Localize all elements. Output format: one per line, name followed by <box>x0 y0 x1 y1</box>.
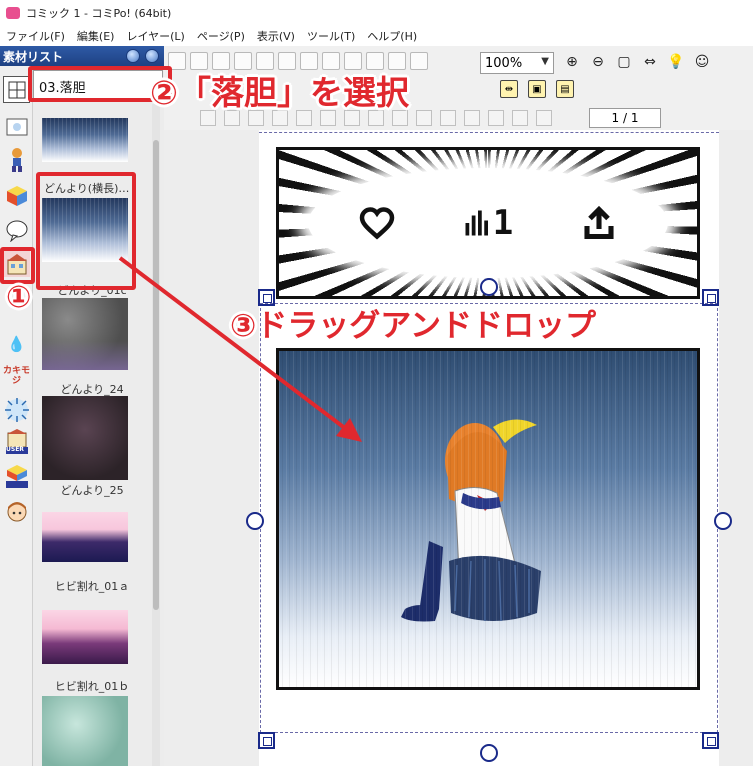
step1-label: ① <box>6 280 32 315</box>
drag-arrow <box>118 256 362 442</box>
comipo-window: コミック 1 - コミPo! (64bit) ファイル(F) 編集(E) レイヤ… <box>0 0 753 766</box>
step2-label: ②「落胆」を選択 <box>150 73 409 112</box>
step3-label: ③ドラッグアンドドロップ <box>230 308 597 344</box>
